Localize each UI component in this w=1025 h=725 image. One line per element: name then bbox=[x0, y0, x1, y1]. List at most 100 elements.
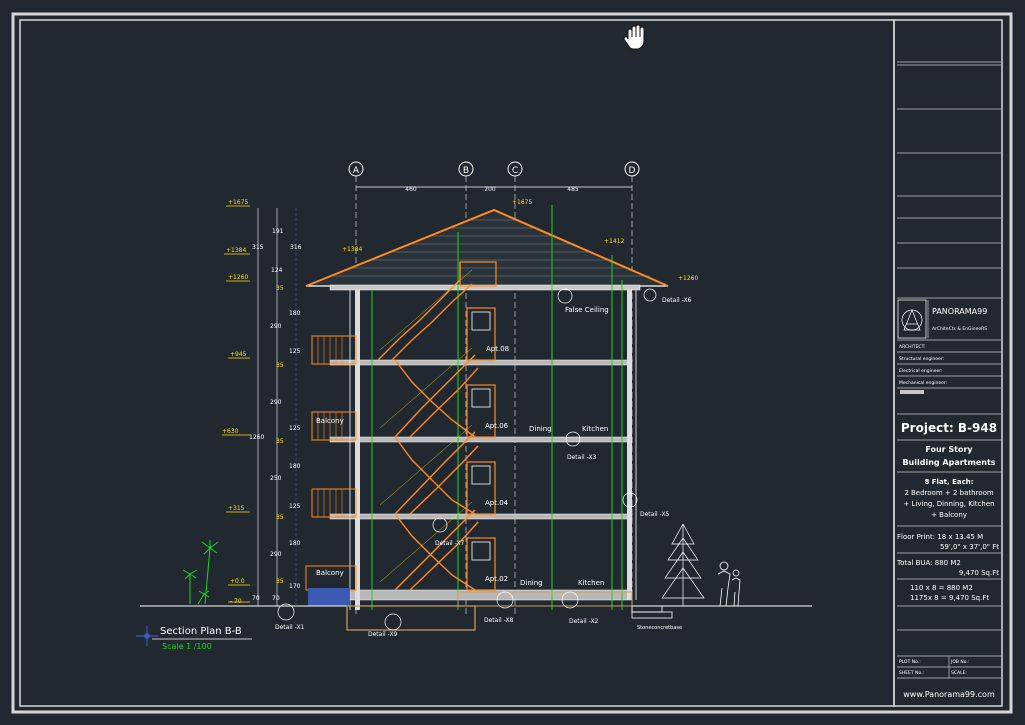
axis-dim-bc: 200 bbox=[484, 186, 496, 193]
vdim-125-c: 125 bbox=[289, 503, 301, 510]
vdim-1260: 1260 bbox=[249, 434, 264, 441]
flat-line-4: + Balcony bbox=[931, 511, 967, 519]
cad-viewport[interactable]: A B C D 460 200 485 +1675 +1384 +1260 +9… bbox=[0, 0, 1025, 725]
foundation-note: Stoneconcretbase bbox=[637, 625, 682, 631]
people-figures-icon bbox=[717, 561, 741, 607]
label-apt08: Apt.08 bbox=[486, 345, 509, 353]
scale-label: SCALE: bbox=[951, 670, 967, 676]
label-kitchen-1: Kitchen bbox=[582, 425, 608, 433]
section-drawing[interactable]: A B C D 460 200 485 +1675 +1384 +1260 +9… bbox=[0, 0, 1025, 725]
vdim-35-c: 35 bbox=[276, 438, 284, 445]
balconies bbox=[305, 335, 357, 591]
vdim-70-b: 70 bbox=[272, 595, 280, 602]
flat-line-1: 8 Flat, Each: bbox=[924, 478, 973, 486]
vdim-250: 250 bbox=[270, 475, 282, 482]
mechanical-label: Mechanical engineer: bbox=[899, 380, 947, 386]
detail-x9: Detail -X9 bbox=[368, 631, 398, 638]
bua-1: Total BUA: 880 M2 bbox=[896, 559, 961, 567]
label-balcony-1: Balcony bbox=[316, 417, 344, 425]
label-false-ceiling: False Ceiling bbox=[565, 306, 609, 314]
vdim-125-b: 125 bbox=[289, 425, 301, 432]
title-block-frame bbox=[893, 19, 1003, 707]
palm-tree-icon bbox=[182, 540, 219, 605]
label-dining-2: Dining bbox=[520, 579, 543, 587]
vdim-35-e: 35 bbox=[276, 578, 284, 585]
logo-emblem-icon bbox=[901, 309, 923, 331]
vdim-180-a: 180 bbox=[289, 310, 301, 317]
job-no: JOB No.: bbox=[950, 659, 969, 665]
architect-label: ARCHITECT: bbox=[899, 344, 925, 350]
brand-sub: ArChiteCts & EnGineeRS bbox=[932, 326, 987, 332]
entrance-blue-block bbox=[308, 588, 350, 606]
detail-x3: Detail -X3 bbox=[567, 454, 597, 461]
foundation-base bbox=[346, 605, 476, 631]
elev-1675-ridge: +1675 bbox=[512, 199, 532, 206]
steps bbox=[631, 605, 673, 619]
elev-minus-70: - 70 bbox=[230, 598, 242, 605]
walls bbox=[349, 290, 637, 610]
label-apt02: Apt.02 bbox=[485, 575, 508, 583]
vdim-70-a: 70 bbox=[252, 595, 260, 602]
flat-line-2: 2 Bedroom + 2 bathroom bbox=[904, 489, 994, 497]
floor-print-2: 59',0" x 37',0" Ft bbox=[940, 543, 999, 551]
vdim-290-a: 290 bbox=[270, 323, 282, 330]
sheet-no: SHEET No.: bbox=[899, 670, 924, 676]
elevation-ticks bbox=[222, 205, 250, 603]
elev-945: +945 bbox=[230, 351, 247, 358]
structural-label: Structural engineer: bbox=[899, 356, 944, 362]
architect-mark bbox=[900, 390, 924, 394]
elev-315: +315 bbox=[228, 505, 245, 512]
detail-x7: Detail -X7 bbox=[435, 540, 465, 547]
elev-1384-left: +1384 bbox=[226, 247, 246, 254]
elev-0: +0.0 bbox=[230, 578, 245, 585]
axis-label-c: C bbox=[512, 166, 518, 176]
vdim-35-a: 35 bbox=[276, 285, 284, 292]
pine-tree-icon bbox=[661, 523, 705, 606]
building-line-1: Four Story bbox=[925, 445, 973, 454]
vdim-180-b: 180 bbox=[289, 463, 301, 470]
vdim-191: 191 bbox=[272, 228, 284, 235]
detail-x2: Detail -X2 bbox=[569, 618, 599, 625]
vdim-316: 316 bbox=[290, 244, 302, 251]
calc-2: 1175x 8 = 9,470 Sq.Ft bbox=[910, 594, 989, 602]
axis-label-a: A bbox=[353, 166, 360, 176]
detail-x1: Detail -X1 bbox=[275, 624, 305, 631]
elev-630: +630 bbox=[222, 428, 239, 435]
elev-1260-right: +1260 bbox=[678, 275, 698, 282]
building-line-2: Building Apartments bbox=[902, 458, 995, 467]
hand-pan-icon bbox=[623, 24, 645, 50]
vdim-180-c: 180 bbox=[289, 540, 301, 547]
elev-1384-roof: +1384 bbox=[342, 246, 362, 253]
detail-x8: Detail -X8 bbox=[484, 617, 514, 624]
axis-label-d: D bbox=[629, 166, 636, 176]
vdim-125-a: 125 bbox=[289, 348, 301, 355]
vdim-124: 124 bbox=[271, 267, 283, 274]
website: www.Panorama99.com bbox=[903, 690, 995, 699]
vdim-290-b: 290 bbox=[270, 399, 282, 406]
label-kitchen-2: Kitchen bbox=[578, 579, 604, 587]
elev-1675-left: +1675 bbox=[228, 199, 248, 206]
project-number: Project: B-948 bbox=[901, 421, 997, 435]
vdim-170: 170 bbox=[289, 583, 301, 590]
vdim-35-d: 35 bbox=[276, 514, 284, 521]
floor-slabs bbox=[329, 359, 633, 601]
section-title: Section Plan B-B bbox=[160, 626, 242, 637]
label-apt06: Apt.06 bbox=[485, 422, 509, 430]
electrical-label: Electrical engineer: bbox=[899, 368, 943, 374]
bua-2: 9,470 Sq.Ft bbox=[959, 569, 999, 577]
elev-1260-left: +1260 bbox=[228, 274, 248, 281]
axis-dim-cd: 485 bbox=[567, 186, 579, 193]
axis-dim-ab: 460 bbox=[405, 186, 417, 193]
label-balcony-2: Balcony bbox=[316, 569, 344, 577]
vdim-290-c: 290 bbox=[270, 551, 282, 558]
vdim-315: 315 bbox=[252, 244, 264, 251]
elev-1412: +1412 bbox=[604, 238, 624, 245]
brand-name: PANORAMA99 bbox=[932, 307, 987, 316]
detail-x6: Detail -X6 bbox=[662, 297, 692, 304]
floor-print-1: Floor Print: 18 x 13.45 M bbox=[897, 533, 983, 541]
vdim-35-b: 35 bbox=[276, 362, 284, 369]
section-scale: Scale 1 /100 bbox=[162, 642, 212, 651]
label-apt04: Apt.04 bbox=[485, 499, 509, 507]
detail-x5: Detail -X5 bbox=[640, 511, 670, 518]
axis-label-b: B bbox=[463, 166, 469, 176]
